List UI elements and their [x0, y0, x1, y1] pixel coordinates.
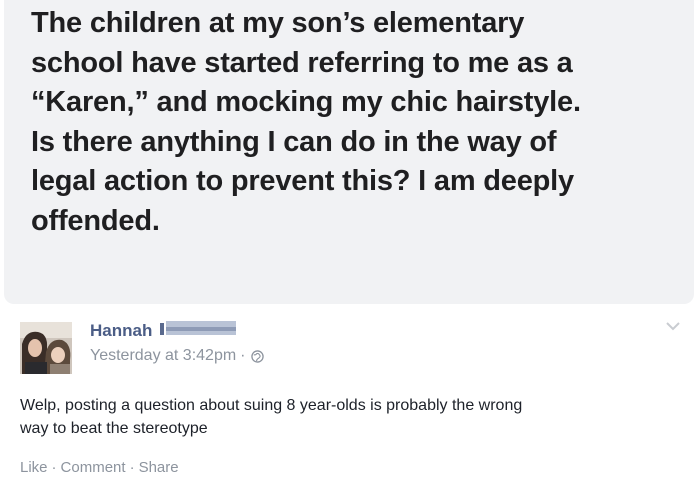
like-link[interactable]: Like — [20, 459, 48, 477]
avatar[interactable] — [20, 322, 72, 374]
author-line: Hannah — [90, 320, 237, 342]
post-bubble: The children at my son’s elementary scho… — [4, 0, 694, 304]
globe-icon — [250, 349, 264, 363]
comment-link[interactable]: Comment — [61, 459, 126, 477]
timestamp[interactable]: Yesterday at 3:42pm — [90, 346, 236, 366]
post-line: school have started referring to me as a — [31, 46, 573, 79]
post-line: offended. — [31, 204, 160, 237]
post-text: The children at my son’s elementary scho… — [31, 4, 681, 241]
action-separator: · — [129, 459, 135, 476]
share-link[interactable]: Share — [139, 459, 179, 477]
avatar-photo — [20, 322, 72, 374]
meta-separator: · — [240, 347, 246, 364]
post-line: legal action to prevent this? I am deepl… — [31, 165, 574, 197]
post-line: “Karen,” and mocking my chic hairstyle. — [31, 86, 581, 118]
comment-meta: Yesterday at 3:42pm · — [90, 346, 264, 366]
post-line: The children at my son’s elementary — [31, 7, 525, 39]
author-name[interactable]: Hannah — [90, 321, 152, 341]
comment-actions: Like · Comment · Share — [20, 459, 179, 477]
chevron-down-icon[interactable] — [665, 320, 681, 332]
comment-line: way to beat the stereotype — [20, 420, 208, 437]
redaction-bar — [160, 321, 237, 335]
comment: Hannah Yesterday at 3:42pm · Welp, posti… — [0, 304, 700, 488]
post-line: Is there anything I can do in the way of — [31, 125, 557, 158]
comment-line: Welp, posting a question about suing 8 y… — [20, 397, 523, 414]
screenshot-frame: The children at my son’s elementary scho… — [0, 0, 700, 488]
comment-text: Welp, posting a question about suing 8 y… — [20, 394, 680, 440]
action-separator: · — [51, 459, 57, 476]
